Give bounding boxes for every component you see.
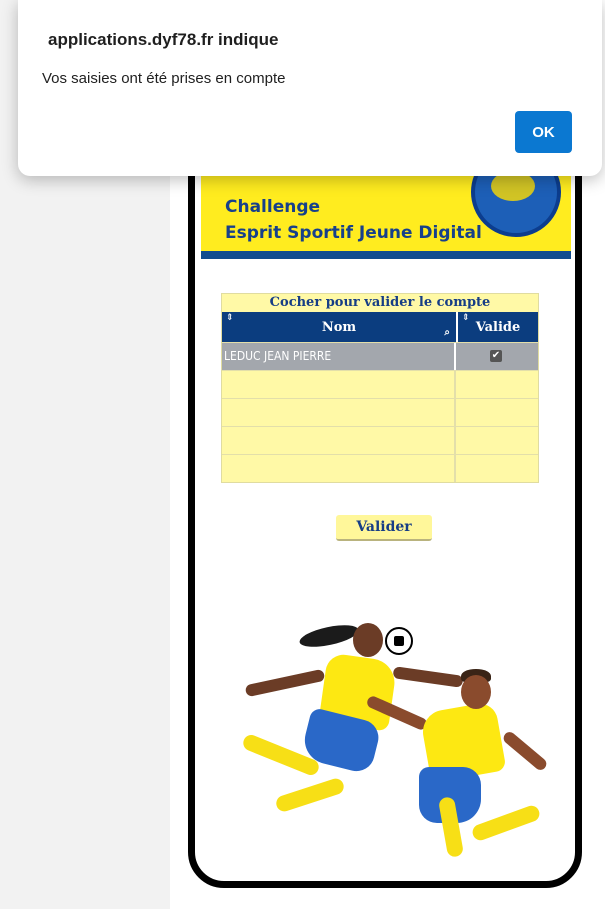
- table-row: [222, 398, 538, 426]
- alert-dialog: applications.dyf78.fr indique Vos saisie…: [18, 0, 602, 176]
- player2-leg: [470, 803, 542, 843]
- player2-arm: [501, 729, 549, 773]
- valider-button[interactable]: Valider: [336, 515, 432, 541]
- search-icon[interactable]: ⌕: [444, 327, 450, 338]
- table-row: [222, 454, 538, 482]
- sort-icon[interactable]: ⇕: [226, 314, 234, 323]
- ok-button[interactable]: OK: [515, 111, 572, 153]
- phone-frame: Challenge Esprit Sportif Jeune Digital C…: [188, 120, 582, 888]
- banner-title-challenge: Challenge: [225, 197, 321, 217]
- cell-valide: ✔: [456, 343, 536, 370]
- valide-checkbox[interactable]: ✔: [490, 350, 502, 362]
- column-header-nom[interactable]: ⇕ Nom ⌕: [222, 312, 458, 342]
- player1-arm: [392, 666, 464, 688]
- dialog-title: applications.dyf78.fr indique: [48, 30, 279, 49]
- table-header: ⇕ Nom ⌕ ⇕ Valide: [222, 312, 538, 342]
- column-label-nom: Nom: [321, 319, 357, 335]
- player1-hair: [297, 620, 361, 652]
- column-header-valide[interactable]: ⇕ Valide: [458, 312, 538, 342]
- table-row: [222, 426, 538, 454]
- player1-leg: [274, 776, 346, 814]
- sort-icon[interactable]: ⇕: [462, 314, 470, 323]
- table-caption: Cocher pour valider le compte: [222, 294, 538, 312]
- player1-head: [353, 623, 383, 657]
- football-players-illustration: [215, 597, 555, 881]
- cell-nom: LEDUC JEAN PIERRE: [222, 343, 456, 370]
- column-label-valide: Valide: [475, 319, 521, 335]
- dialog-message: Vos saisies ont été prises en compte: [42, 70, 286, 87]
- table-row: [222, 370, 538, 398]
- player2-head: [461, 675, 491, 709]
- soccer-ball-icon: [385, 627, 413, 655]
- accounts-table: Cocher pour valider le compte ⇕ Nom ⌕ ⇕ …: [221, 293, 539, 483]
- table-row[interactable]: LEDUC JEAN PIERRE ✔: [222, 342, 538, 370]
- player1-arm: [244, 668, 326, 698]
- banner-title-esprit: Esprit Sportif Jeune Digital: [225, 223, 482, 243]
